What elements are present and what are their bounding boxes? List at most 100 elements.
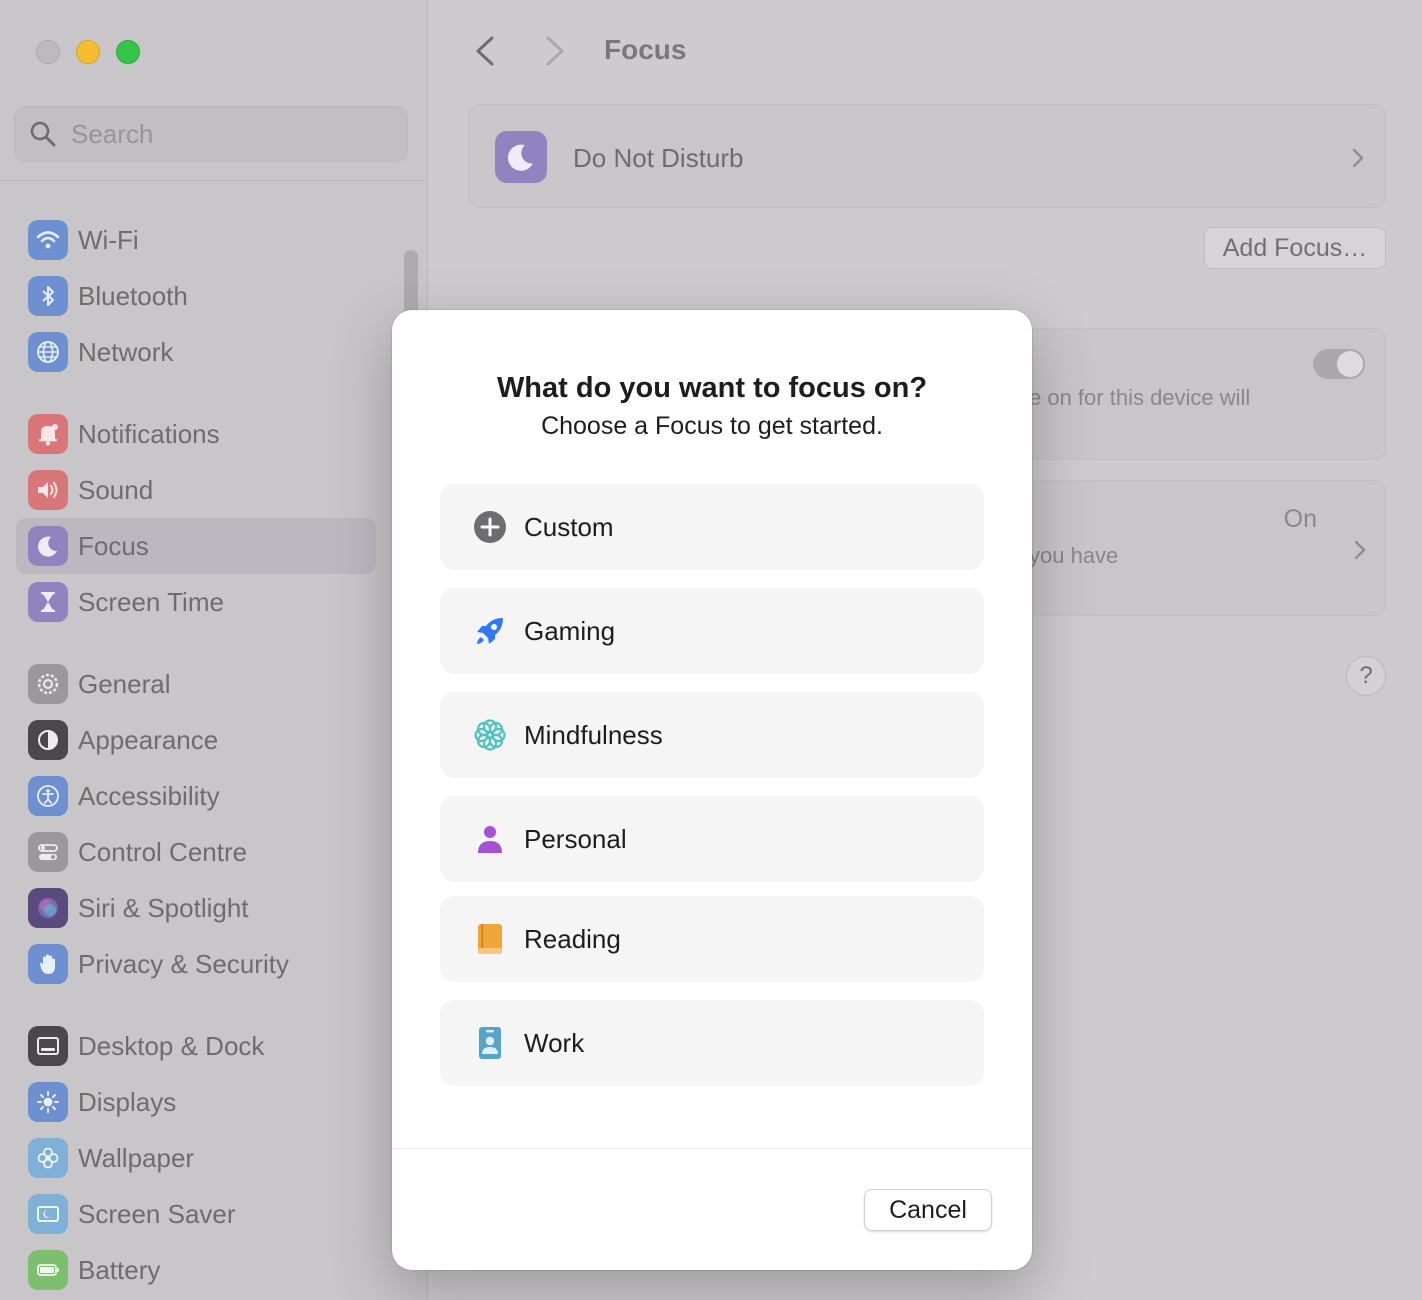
toggle-knob (1337, 351, 1363, 377)
choose-focus-dialog: What do you want to focus on? Choose a F… (392, 310, 1032, 1270)
moon-icon (495, 131, 547, 183)
focus-status-value: On (1283, 505, 1317, 533)
sidebar-item-screen-saver[interactable]: Screen Saver (16, 1186, 376, 1242)
sidebar-item-control-centre[interactable]: Control Centre (16, 824, 376, 880)
search-input[interactable] (71, 118, 371, 150)
share-across-devices-toggle[interactable] (1313, 349, 1365, 379)
dialog-title: What do you want to focus on? (496, 372, 928, 404)
sidebar-item-accessibility[interactable]: Accessibility (16, 768, 376, 824)
plus-circle-icon (470, 507, 510, 547)
sidebar-item-label: Privacy & Security (78, 948, 289, 979)
minimize-window-button[interactable] (76, 40, 100, 64)
battery-icon (28, 1250, 68, 1290)
share-description: e on for this device will (1029, 385, 1251, 410)
search-icon (30, 121, 56, 147)
sidebar-item-label: Control Centre (78, 836, 248, 867)
sidebar-item-wifi[interactable]: Wi-Fi (16, 212, 376, 268)
sidebar-item-label: Battery (78, 1254, 161, 1285)
focus-option-reading[interactable]: Reading (440, 896, 984, 982)
sidebar-item-label: Focus (78, 530, 149, 561)
sidebar-item-focus[interactable]: Focus (16, 518, 376, 574)
sidebar-item-label: Notifications (78, 418, 220, 449)
siri-icon (28, 888, 68, 928)
search-field[interactable] (14, 106, 408, 162)
sidebar-item-label: Accessibility (78, 780, 220, 811)
dialog-subtitle: Choose a Focus to get started. (541, 412, 883, 440)
focus-option-label: Custom (524, 511, 614, 542)
do-not-disturb-row[interactable]: Do Not Disturb (468, 104, 1386, 208)
sun-icon (28, 1082, 68, 1122)
help-button[interactable]: ? (1346, 656, 1386, 696)
focus-option-mindfulness[interactable]: Mindfulness (440, 692, 984, 778)
sidebar-item-label: Bluetooth (78, 280, 188, 311)
flower-icon (470, 715, 510, 755)
dialog-divider (392, 1148, 1032, 1149)
sidebar-item-desktop-dock[interactable]: Desktop & Dock (16, 1018, 376, 1074)
sidebar-item-battery[interactable]: Battery (16, 1242, 376, 1298)
sidebar-item-label: Screen Saver (78, 1198, 236, 1229)
back-chevron-icon[interactable] (470, 34, 500, 68)
focus-option-work[interactable]: Work (440, 1000, 984, 1086)
sidebar-item-label: Siri & Spotlight (78, 892, 249, 923)
focus-option-personal[interactable]: Personal (440, 796, 984, 882)
page-title: Focus (604, 34, 687, 65)
sidebar-item-label: Desktop & Dock (78, 1030, 265, 1061)
sidebar-item-label: Wi-Fi (78, 224, 139, 255)
gear-icon (28, 664, 68, 704)
sidebar-item-general[interactable]: General (16, 656, 376, 712)
sidebar-item-wallpaper[interactable]: Wallpaper (16, 1130, 376, 1186)
appearance-icon (28, 720, 68, 760)
forward-chevron-icon[interactable] (540, 34, 570, 68)
add-focus-button[interactable]: Add Focus… (1204, 227, 1386, 269)
focus-option-label: Work (524, 1027, 585, 1058)
focus-option-custom[interactable]: Custom (440, 484, 984, 570)
flower-icon (28, 1138, 68, 1178)
zoom-window-button[interactable] (116, 40, 140, 64)
hourglass-icon (28, 582, 68, 622)
focus-status-row[interactable]: On you have (1000, 480, 1386, 616)
sidebar-item-appearance[interactable]: Appearance (16, 712, 376, 768)
accessibility-icon (28, 776, 68, 816)
screensaver-icon (28, 1194, 68, 1234)
sidebar-divider (0, 180, 428, 181)
moon-icon (28, 526, 68, 566)
focus-option-gaming[interactable]: Gaming (440, 588, 984, 674)
wifi-icon (28, 220, 68, 260)
focus-option-label: Mindfulness (524, 719, 663, 750)
person-icon (470, 819, 510, 859)
focus-status-description: you have (1029, 543, 1119, 568)
sidebar-item-network[interactable]: Network (16, 324, 376, 380)
cancel-button[interactable]: Cancel (864, 1189, 992, 1231)
hand-icon (28, 944, 68, 984)
focus-option-label: Personal (524, 823, 627, 854)
sidebar-item-label: Screen Time (78, 586, 224, 617)
sidebar-item-screen-time[interactable]: Screen Time (16, 574, 376, 630)
sidebar-item-siri-spotlight[interactable]: Siri & Spotlight (16, 880, 376, 936)
dock-icon (28, 1026, 68, 1066)
sidebar-item-label: Sound (78, 474, 154, 505)
sidebar-item-label: Wallpaper (78, 1142, 195, 1173)
chevron-right-icon (1352, 148, 1364, 168)
system-settings-window: Wi-Fi Bluetooth Network Notifications So (0, 0, 1422, 1300)
globe-icon (28, 332, 68, 372)
sidebar-item-sound[interactable]: Sound (16, 462, 376, 518)
bluetooth-icon (28, 276, 68, 316)
sidebar-item-label: Displays (78, 1086, 177, 1117)
sidebar: Wi-Fi Bluetooth Network Notifications So (0, 0, 428, 1300)
book-icon (470, 919, 510, 959)
id-badge-icon (470, 1023, 510, 1063)
chevron-right-icon (1354, 540, 1366, 560)
sidebar-item-label: Appearance (78, 724, 219, 755)
bell-icon (28, 414, 68, 454)
sidebar-item-notifications[interactable]: Notifications (16, 406, 376, 462)
speaker-icon (28, 470, 68, 510)
focus-option-label: Gaming (524, 615, 616, 646)
sidebar-item-bluetooth[interactable]: Bluetooth (16, 268, 376, 324)
share-across-devices-row: e on for this device will (1000, 328, 1386, 460)
sidebar-item-displays[interactable]: Displays (16, 1074, 376, 1130)
sidebar-item-label: General (78, 668, 171, 699)
rocket-icon (470, 611, 510, 651)
do-not-disturb-label: Do Not Disturb (573, 143, 744, 173)
close-window-button[interactable] (36, 40, 60, 64)
sidebar-item-privacy-security[interactable]: Privacy & Security (16, 936, 376, 992)
